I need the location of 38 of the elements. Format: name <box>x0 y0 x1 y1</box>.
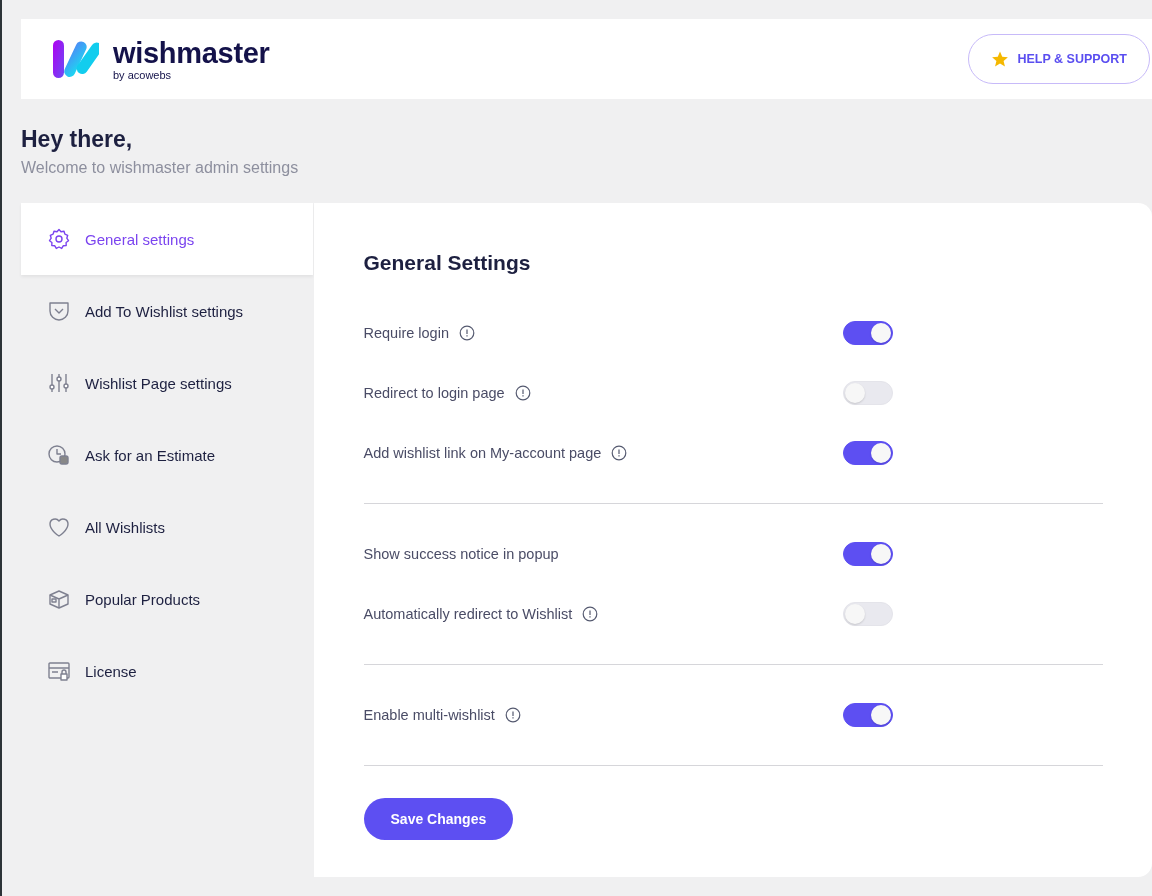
box-icon <box>47 587 71 611</box>
toggle-switch[interactable] <box>843 542 893 566</box>
save-changes-button[interactable]: Save Changes <box>363 798 514 840</box>
help-support-button[interactable]: HELP & SUPPORT <box>968 34 1150 84</box>
brand-byline: by acowebs <box>113 68 173 81</box>
heart-icon <box>47 515 71 539</box>
info-icon[interactable] <box>458 325 475 341</box>
info-icon[interactable] <box>504 707 521 723</box>
panel-title: General Settings <box>363 251 532 275</box>
setting-label: Redirect to login page <box>363 385 505 401</box>
info-icon[interactable] <box>514 385 531 401</box>
setting-label: Show success notice in popup <box>363 546 559 562</box>
clock-icon <box>47 443 71 467</box>
toggle-switch[interactable] <box>843 441 893 465</box>
sidebar-item[interactable]: All Wishlists <box>21 491 313 563</box>
sidebar-item[interactable]: General settings <box>21 203 313 275</box>
card-icon <box>47 659 71 683</box>
logo-icon <box>53 40 99 78</box>
sidebar-item[interactable]: Wishlist Page settings <box>21 347 313 419</box>
sliders-icon <box>47 371 71 395</box>
info-icon[interactable] <box>611 445 628 461</box>
greeting-subtitle: Welcome to wishmaster admin settings <box>21 159 300 177</box>
brand-name: wishmaster <box>113 37 270 68</box>
star-icon <box>991 50 1010 68</box>
gear-icon <box>47 227 71 251</box>
sidebar-item[interactable]: Add To Wishlist settings <box>21 275 313 347</box>
pocket-icon <box>47 299 71 323</box>
setting-label: Automatically redirect to Wishlist <box>363 606 573 622</box>
sidebar-item[interactable]: License <box>21 635 313 707</box>
toggle-switch[interactable] <box>843 321 893 345</box>
greeting-title: Hey there, <box>21 126 134 153</box>
setting-label: Add wishlist link on My-account page <box>363 445 602 461</box>
sidebar-item[interactable]: Ask for an Estimate <box>21 419 313 491</box>
setting-label: Require login <box>363 325 449 341</box>
sidebar-item[interactable]: Popular Products <box>21 563 313 635</box>
info-icon[interactable] <box>582 606 599 622</box>
setting-label: Enable multi-wishlist <box>363 707 495 723</box>
toggle-switch[interactable] <box>843 703 893 727</box>
